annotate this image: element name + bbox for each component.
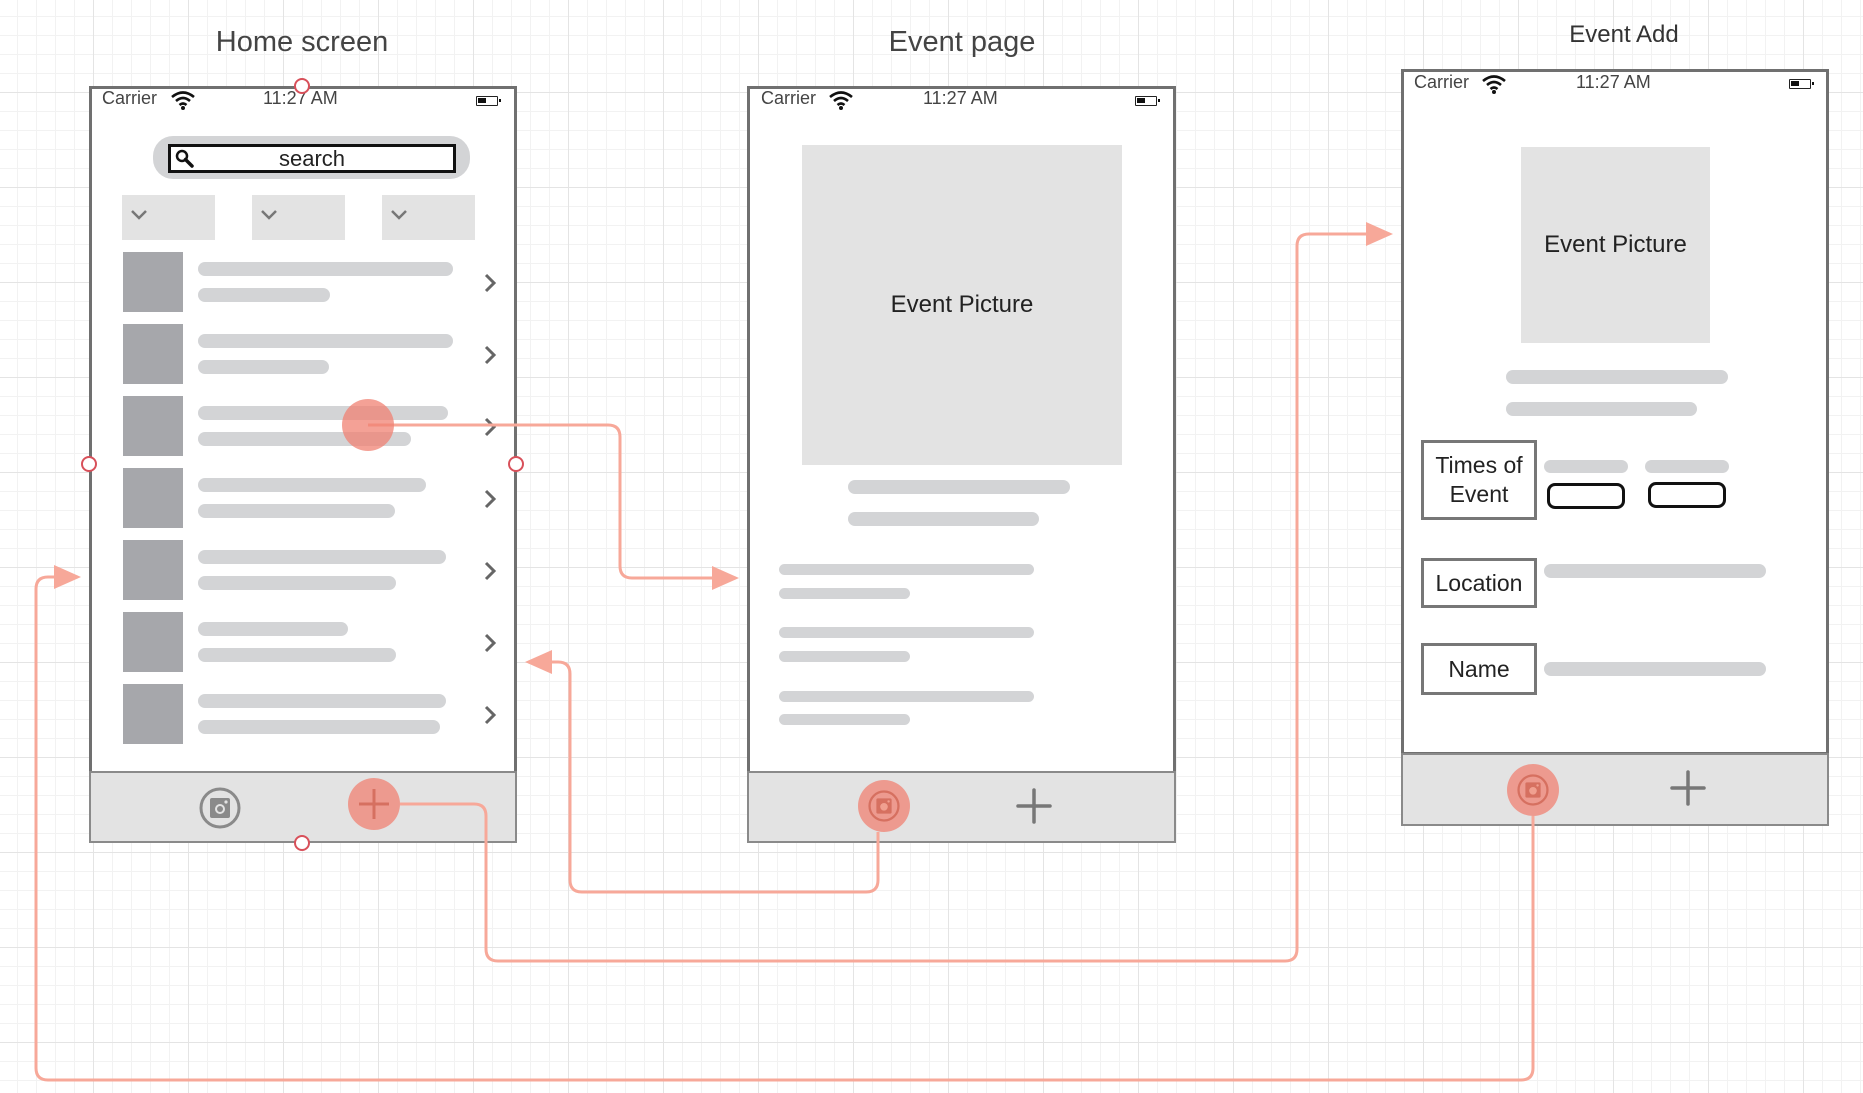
chevron-right-icon [484, 633, 497, 653]
start-time-label-placeholder [1544, 460, 1628, 473]
chevron-down-icon [131, 210, 147, 220]
list-item-subtitle-placeholder [198, 360, 329, 374]
battery-icon [1135, 96, 1160, 106]
list-item[interactable] [120, 468, 500, 530]
list-item-thumbnail [123, 252, 183, 312]
list-item-title-placeholder [198, 406, 448, 420]
text-placeholder [1506, 370, 1728, 384]
end-time-label-placeholder [1645, 460, 1729, 473]
text-placeholder [779, 588, 910, 599]
list-item-title-placeholder [198, 334, 453, 348]
text-placeholder [848, 480, 1070, 494]
text-placeholder [779, 691, 1034, 702]
wifi-icon [171, 91, 195, 110]
chevron-right-icon [484, 489, 497, 509]
start-time-input[interactable] [1547, 483, 1625, 509]
list-item-thumbnail [123, 684, 183, 744]
time-label: 11:27 AM [1576, 72, 1651, 92]
list-item[interactable] [120, 684, 500, 746]
text-placeholder [779, 714, 910, 725]
carrier-label: Carrier [1414, 72, 1470, 92]
resize-handle-left[interactable] [81, 456, 97, 472]
list-item-subtitle-placeholder [198, 288, 330, 302]
filter-dropdown-3[interactable] [382, 195, 475, 240]
event-add-tabbar [1401, 753, 1829, 826]
list-item-thumbnail [123, 396, 183, 456]
chevron-right-icon [484, 561, 497, 581]
text-placeholder [779, 627, 1034, 638]
list-item-title-placeholder [198, 262, 453, 276]
home-tabbar [89, 771, 517, 843]
list-item[interactable] [120, 252, 500, 314]
list-item-thumbnail [123, 324, 183, 384]
chevron-down-icon [261, 210, 277, 220]
event-page-tabbar [747, 771, 1176, 843]
text-placeholder [1506, 402, 1697, 416]
list-item-hotspot[interactable] [342, 399, 394, 451]
event-picture-upload[interactable]: Event Picture [1521, 147, 1710, 343]
event-page-title: Event page [888, 26, 1036, 58]
battery-icon [1789, 79, 1814, 89]
event-add-title: Event Add [1569, 21, 1679, 48]
chevron-right-icon [484, 417, 497, 437]
chevron-right-icon [484, 273, 497, 293]
resize-handle-bottom[interactable] [294, 835, 310, 851]
list-item-thumbnail [123, 468, 183, 528]
plus-icon [359, 789, 389, 819]
resize-handle-top[interactable] [294, 78, 310, 94]
text-placeholder [779, 651, 910, 662]
battery-icon [476, 96, 501, 106]
search-placeholder: search [278, 146, 346, 171]
instagram-icon [1517, 774, 1549, 806]
list-item-subtitle-placeholder [198, 504, 395, 518]
list-item-title-placeholder [198, 478, 426, 492]
list-item[interactable] [120, 396, 500, 458]
text-placeholder [848, 512, 1039, 526]
event-picture: Event Picture [802, 145, 1122, 465]
chevron-down-icon [391, 210, 407, 220]
list-item-thumbnail [123, 612, 183, 672]
name-input[interactable] [1544, 662, 1766, 676]
list-item-subtitle-placeholder [198, 576, 396, 590]
wifi-icon [1482, 75, 1506, 94]
end-time-input[interactable] [1648, 482, 1726, 508]
resize-handle-right[interactable] [508, 456, 524, 472]
instagram-icon [868, 790, 900, 822]
list-item-subtitle-placeholder [198, 648, 396, 662]
list-item-thumbnail [123, 540, 183, 600]
list-item[interactable] [120, 540, 500, 602]
home-screen-title: Home screen [215, 26, 389, 58]
filter-dropdown-2[interactable] [252, 195, 345, 240]
instagram-icon[interactable] [199, 787, 241, 829]
list-item-subtitle-placeholder [198, 720, 440, 734]
list-item[interactable] [120, 324, 500, 386]
search-input[interactable]: search [168, 144, 456, 173]
carrier-label: Carrier [102, 88, 158, 108]
carrier-label: Carrier [761, 88, 817, 108]
list-item-title-placeholder [198, 622, 348, 636]
wifi-icon [829, 91, 853, 110]
location-input[interactable] [1544, 564, 1766, 578]
plus-icon[interactable] [1016, 788, 1052, 824]
location-label: Location [1421, 558, 1537, 608]
filter-dropdown-1[interactable] [122, 195, 215, 240]
list-item-title-placeholder [198, 694, 446, 708]
chevron-right-icon [484, 345, 497, 365]
list-item[interactable] [120, 612, 500, 674]
time-label: 11:27 AM [923, 88, 998, 108]
times-of-event-label: Times of Event [1421, 440, 1537, 520]
list-item-title-placeholder [198, 550, 446, 564]
plus-icon[interactable] [1670, 770, 1706, 806]
name-label: Name [1421, 643, 1537, 695]
chevron-right-icon [484, 705, 497, 725]
text-placeholder [779, 564, 1034, 575]
